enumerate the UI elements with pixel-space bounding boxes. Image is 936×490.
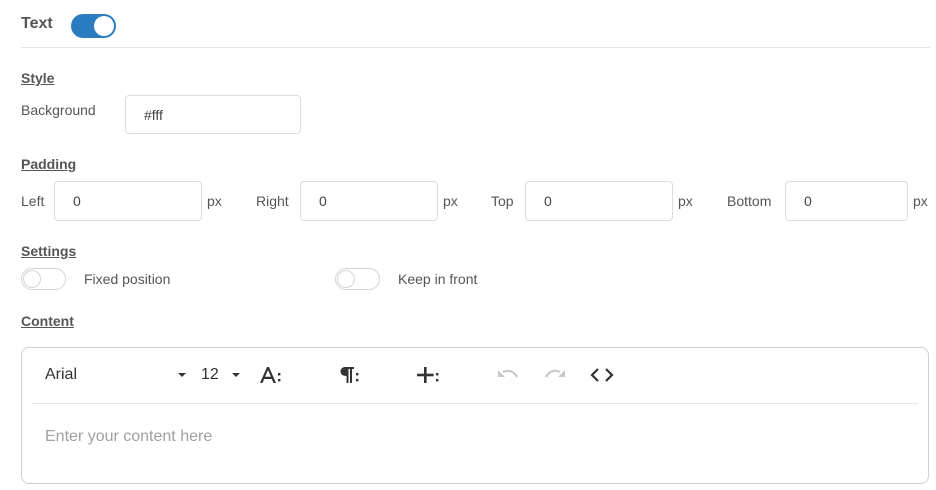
settings-section-title: Settings: [21, 243, 77, 259]
padding-left-input[interactable]: 0: [54, 181, 202, 221]
paragraph-icon[interactable]: [338, 362, 360, 388]
font-size-caret-icon[interactable]: [231, 362, 241, 388]
toggle-knob: [94, 16, 114, 36]
fixed-position-label: Fixed position: [84, 271, 171, 287]
padding-section-title: Padding: [21, 156, 77, 172]
font-size-value: 12: [201, 366, 219, 383]
fixed-position-toggle[interactable]: [21, 268, 66, 290]
background-input[interactable]: #fff: [125, 95, 301, 134]
toggle-knob: [23, 270, 41, 288]
content-section-title: Content: [21, 313, 74, 329]
padding-right-input[interactable]: 0: [300, 181, 438, 221]
padding-top-input[interactable]: 0: [525, 181, 673, 221]
padding-bottom-unit: px: [913, 193, 928, 209]
font-style-icon[interactable]: [259, 362, 281, 388]
padding-bottom-input[interactable]: 0: [785, 181, 908, 221]
code-view-icon[interactable]: [590, 362, 614, 388]
style-section-title: Style: [21, 70, 55, 86]
padding-bottom-label: Bottom: [727, 193, 772, 209]
text-enabled-toggle[interactable]: [71, 14, 116, 38]
panel-title: Text: [21, 15, 53, 32]
font-family-select[interactable]: Arial: [45, 362, 190, 388]
padding-top-unit: px: [678, 193, 693, 209]
content-editor-area[interactable]: Enter your content here: [45, 428, 212, 446]
font-size-select[interactable]: 12: [201, 362, 219, 388]
padding-top-label: Top: [491, 193, 514, 209]
redo-icon[interactable]: [543, 362, 567, 388]
background-label: Background: [21, 102, 96, 118]
text-settings-panel: Text Style Background #fff Padding Left …: [0, 0, 936, 490]
toggle-knob: [337, 270, 355, 288]
padding-left-label: Left: [21, 193, 45, 209]
keep-in-front-label: Keep in front: [398, 271, 478, 287]
font-family-value: Arial: [45, 366, 78, 383]
header-divider: [21, 47, 930, 48]
padding-left-unit: px: [207, 193, 222, 209]
toolbar-divider: [32, 403, 918, 404]
insert-icon[interactable]: [416, 362, 440, 388]
keep-in-front-toggle[interactable]: [335, 268, 380, 290]
padding-right-label: Right: [256, 193, 289, 209]
padding-right-unit: px: [443, 193, 458, 209]
rich-text-editor: Arial 12 Enter your content here: [21, 347, 929, 484]
font-family-caret-icon[interactable]: [177, 362, 187, 388]
undo-icon[interactable]: [496, 362, 520, 388]
